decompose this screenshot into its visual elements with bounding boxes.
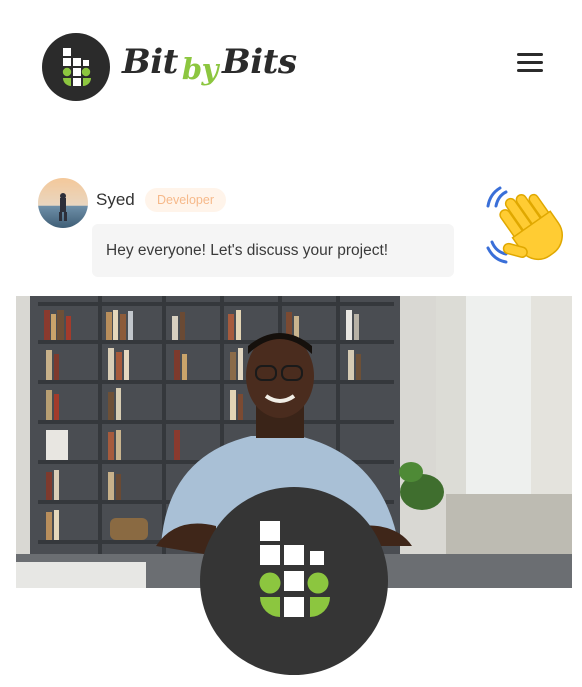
message-bubble: Hey everyone! Let's discuss your project… bbox=[92, 224, 454, 277]
brand-name[interactable]: Bit by Bits bbox=[122, 42, 297, 92]
menu-line bbox=[517, 69, 543, 72]
waving-hand-icon bbox=[486, 184, 568, 266]
author-name: Syed bbox=[96, 190, 135, 209]
brand-name-bit: Bit bbox=[122, 42, 178, 82]
brand-name-by: by bbox=[181, 52, 219, 86]
menu-line bbox=[517, 61, 543, 64]
brand-name-bits: Bits bbox=[222, 42, 297, 82]
brand-logo-icon[interactable] bbox=[42, 33, 110, 101]
hamburger-menu-icon[interactable] bbox=[512, 48, 548, 80]
avatar bbox=[38, 178, 88, 228]
bit-by-bits-logo-icon bbox=[200, 487, 388, 675]
role-badge: Developer bbox=[145, 188, 226, 212]
menu-line bbox=[517, 53, 543, 56]
